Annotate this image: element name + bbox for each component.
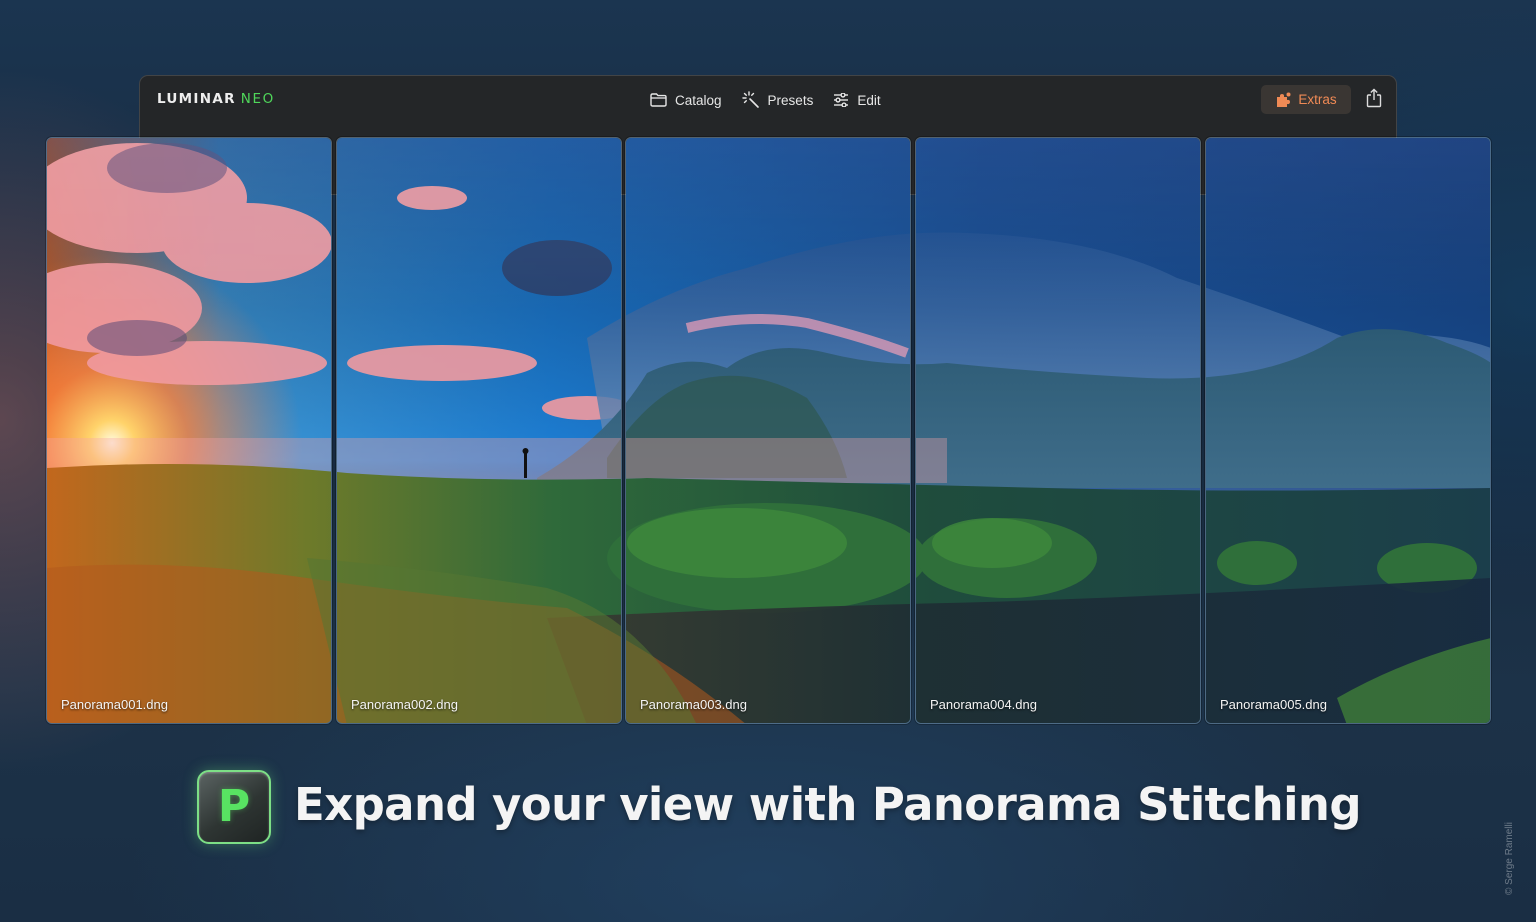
nav-catalog-label: Catalog <box>675 92 722 108</box>
share-icon <box>1366 88 1382 108</box>
folder-icon <box>650 93 667 107</box>
nav-catalog[interactable]: Catalog <box>650 89 722 111</box>
nav-edit-label: Edit <box>857 92 881 108</box>
extras-button[interactable]: Extras <box>1261 85 1351 114</box>
logo-accent-text: NEO <box>240 91 275 107</box>
top-nav: Catalog Presets Edit <box>650 89 881 111</box>
panorama-photo <box>626 138 910 723</box>
panorama-photo <box>1206 138 1490 723</box>
photo-panel-1[interactable]: Panorama001.dng <box>46 137 332 724</box>
share-button[interactable] <box>1366 88 1386 110</box>
nav-presets-label: Presets <box>767 92 814 108</box>
photo-panel-5[interactable]: Panorama005.dng <box>1205 137 1491 724</box>
panel-filename: Panorama004.dng <box>930 697 1037 712</box>
extras-label: Extras <box>1298 92 1337 107</box>
panorama-photo <box>916 138 1200 723</box>
puzzle-icon <box>1277 92 1291 107</box>
nav-edit[interactable]: Edit <box>833 89 881 111</box>
sparkle-wand-icon <box>741 91 759 108</box>
panel-filename: Panorama002.dng <box>351 697 458 712</box>
panorama-photo <box>337 138 621 723</box>
panel-filename: Panorama001.dng <box>61 697 168 712</box>
nav-presets[interactable]: Presets <box>741 89 814 111</box>
headline: Expand your view with Panorama Stitching <box>294 778 1362 831</box>
photo-credit: © Serge Ramelli <box>1504 822 1515 895</box>
app-logo: LUMINAR NEO <box>157 91 275 107</box>
photo-panel-3[interactable]: Panorama003.dng <box>625 137 911 724</box>
panel-filename: Panorama005.dng <box>1220 697 1327 712</box>
panorama-stitching-icon: P <box>197 770 271 844</box>
photo-panel-4[interactable]: Panorama004.dng <box>915 137 1201 724</box>
photo-panel-2[interactable]: Panorama002.dng <box>336 137 622 724</box>
feature-icon-letter: P <box>217 781 251 832</box>
sliders-icon <box>834 93 849 107</box>
panel-filename: Panorama003.dng <box>640 697 747 712</box>
logo-main-text: LUMINAR <box>157 91 236 107</box>
panorama-photo <box>47 138 331 723</box>
